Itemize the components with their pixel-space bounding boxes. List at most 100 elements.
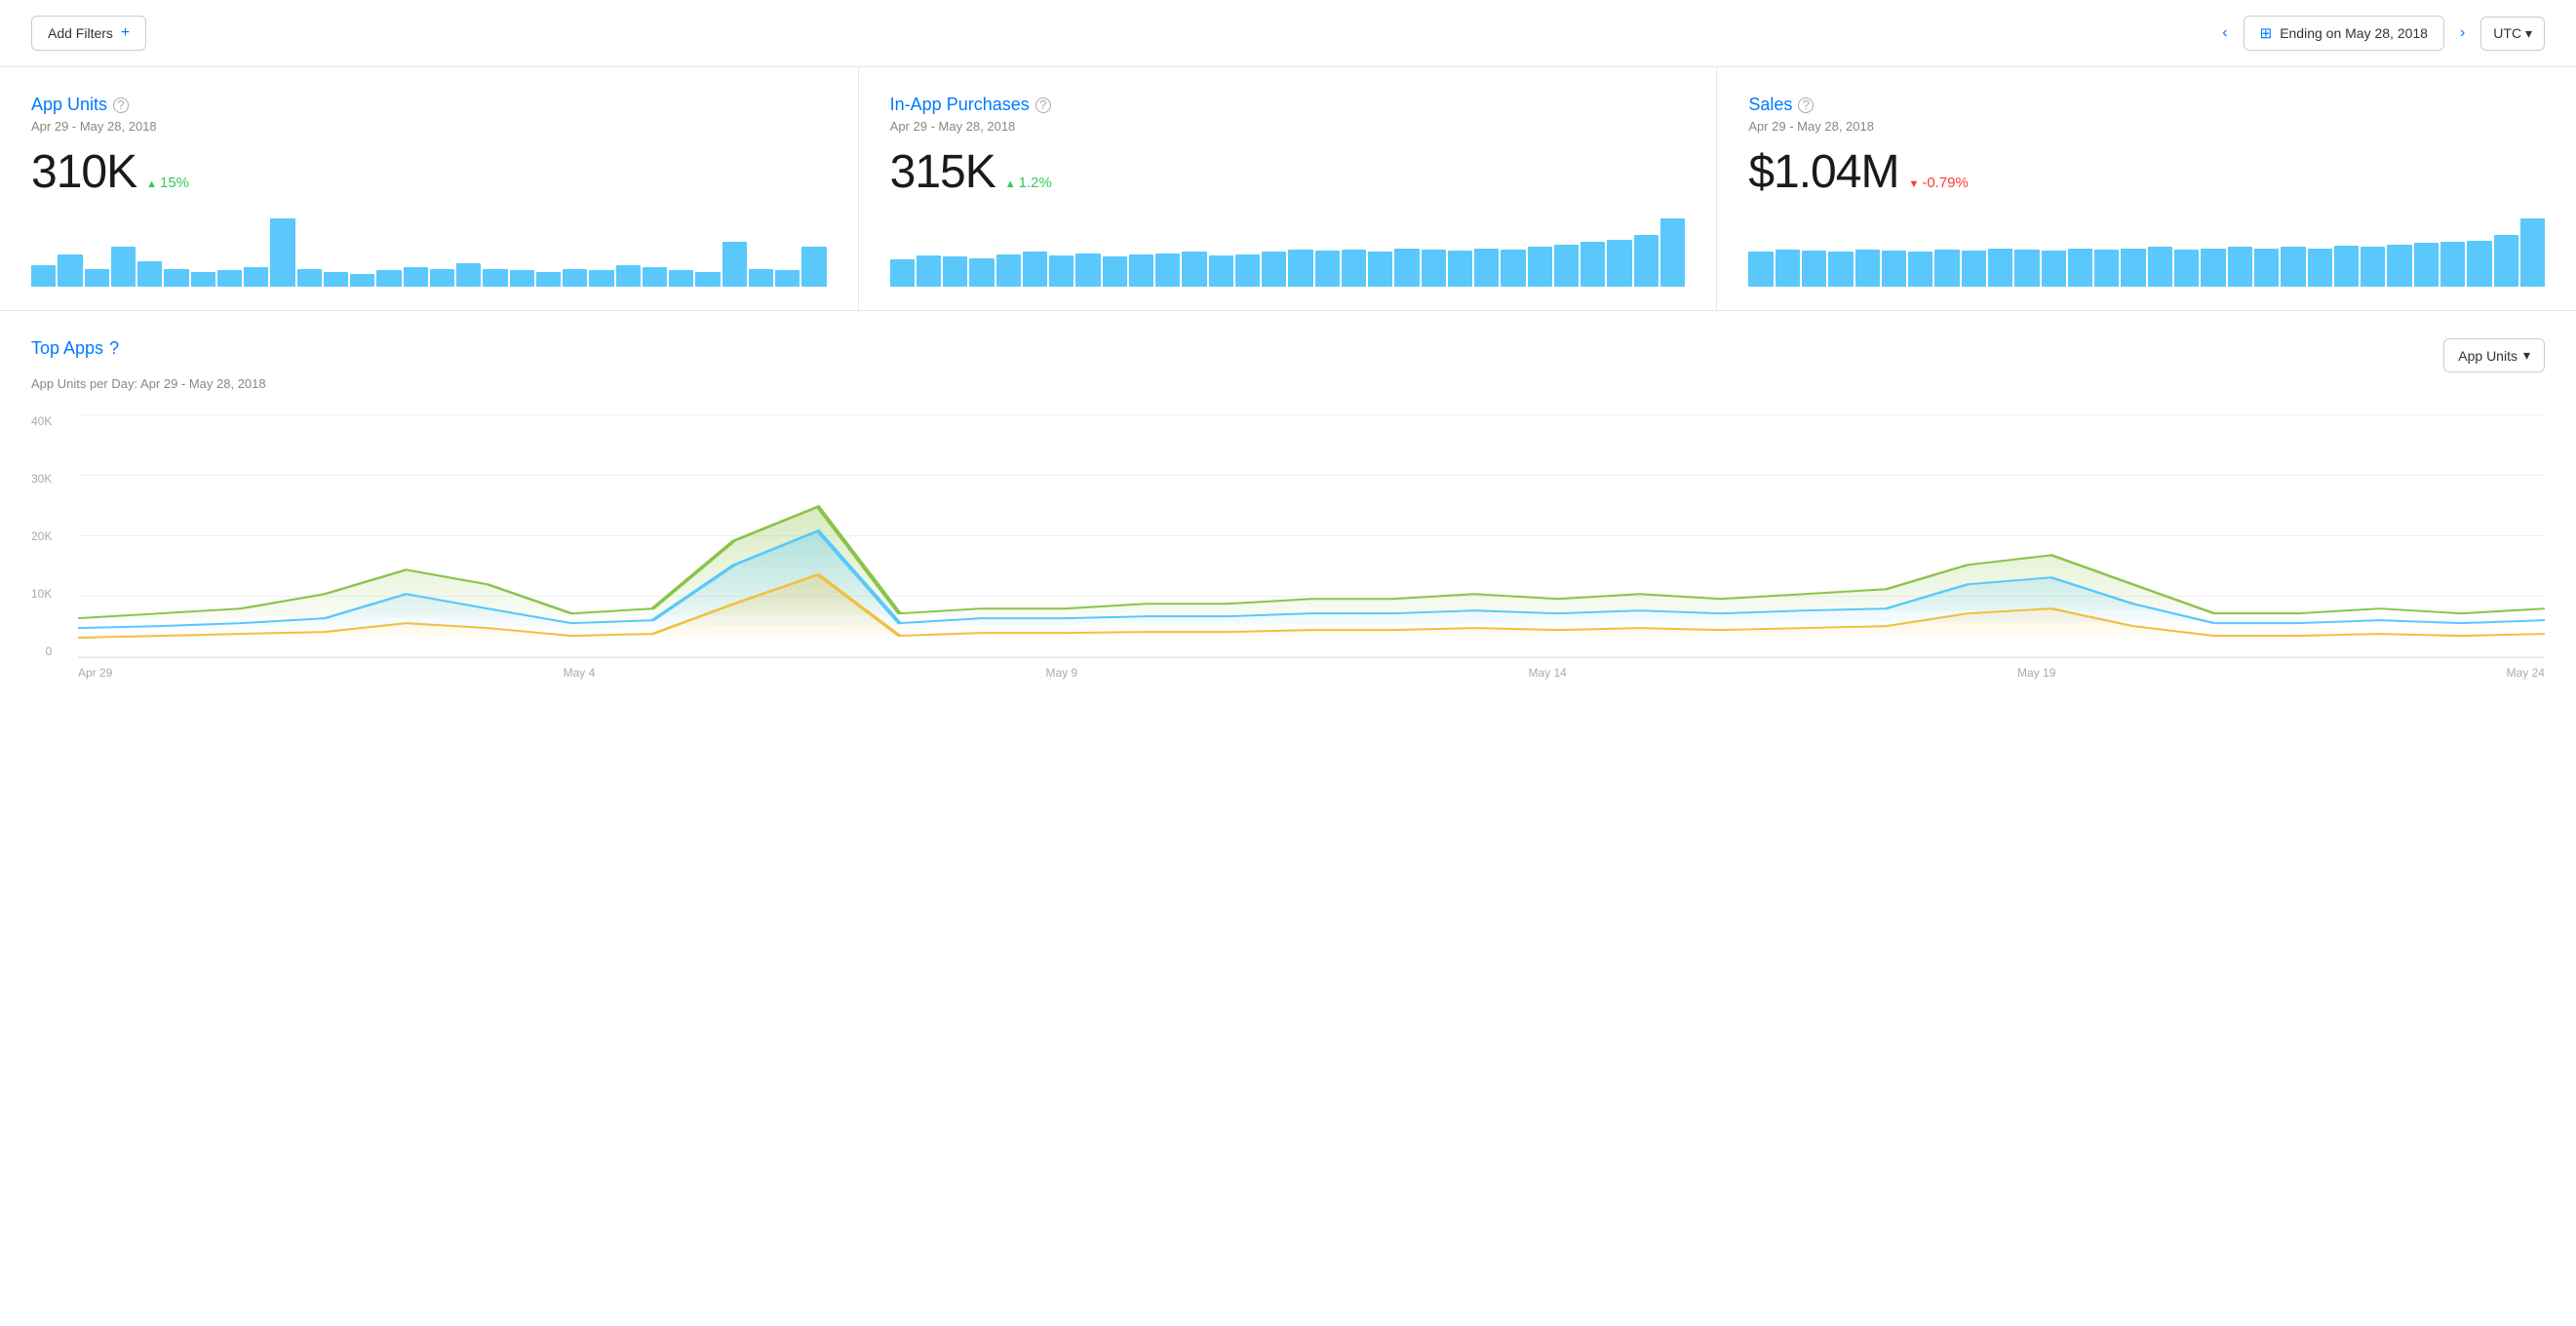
x-label-may14: May 14 <box>1528 666 1566 680</box>
bar-item <box>111 247 136 287</box>
metric-value-row-sales: $1.04M -0.79% <box>1748 145 2545 199</box>
bar-item <box>1448 251 1472 287</box>
bar-item <box>2361 247 2385 287</box>
x-label-apr29: Apr 29 <box>78 666 112 680</box>
y-label-40k: 40K <box>31 414 52 428</box>
bar-item <box>2148 247 2172 287</box>
bar-item <box>801 247 826 287</box>
change-value: 15% <box>160 175 189 191</box>
bar-item <box>749 269 773 287</box>
chart-area <box>78 414 2545 658</box>
up-arrow-icon <box>1005 175 1016 191</box>
metric-title-app-units: App Units ? <box>31 95 827 115</box>
bar-item <box>2254 249 2279 287</box>
bar-item <box>722 242 747 287</box>
date-pill[interactable]: ⊞ Ending on May 28, 2018 <box>2244 16 2444 51</box>
bar-item <box>563 269 587 287</box>
bar-item <box>510 270 534 287</box>
bar-item <box>1802 251 1826 287</box>
y-label-30k: 30K <box>31 472 52 486</box>
bar-item <box>1988 249 2012 287</box>
bar-item <box>2308 249 2332 287</box>
bar-item <box>2121 249 2145 287</box>
y-label-0: 0 <box>31 644 52 658</box>
metric-value-app-units: 310K <box>31 145 137 199</box>
bar-item <box>1934 250 1959 287</box>
bar-item <box>2414 243 2439 287</box>
metric-change-iap: 1.2% <box>1005 175 1052 191</box>
line-chart-container: 40K 30K 20K 10K 0 <box>78 414 2545 687</box>
bar-item <box>1828 252 1853 287</box>
bar-item <box>1209 255 1233 287</box>
help-icon-sales[interactable]: ? <box>1798 98 1814 113</box>
bar-item <box>1855 250 1880 287</box>
filters-section: Add Filters + <box>31 16 146 51</box>
bar-item <box>1474 249 1499 287</box>
bar-item <box>244 267 268 287</box>
top-apps-title: Top Apps ? <box>31 338 119 359</box>
metric-title-text: Sales <box>1748 95 1792 115</box>
date-label: Ending on May 28, 2018 <box>2280 25 2428 41</box>
bar-item <box>85 269 109 287</box>
bar-item <box>2068 249 2092 287</box>
bar-item <box>1748 252 1773 287</box>
bar-item <box>1581 242 1605 287</box>
timezone-selector[interactable]: UTC ▾ <box>2480 17 2545 51</box>
help-icon-app-units[interactable]: ? <box>113 98 129 113</box>
up-arrow-icon <box>146 175 157 191</box>
bar-item <box>2281 247 2305 287</box>
metric-value-row-app-units: 310K 15% <box>31 145 827 199</box>
change-value: -0.79% <box>1922 175 1969 191</box>
bar-item <box>643 267 667 287</box>
bar-item <box>775 270 800 287</box>
bar-item <box>1501 250 1525 287</box>
x-axis: Apr 29 May 4 May 9 May 14 May 19 May 24 <box>78 666 2545 680</box>
metric-title-iap: In-App Purchases ? <box>890 95 1686 115</box>
date-navigation: ‹ ⊞ Ending on May 28, 2018 › UTC ▾ <box>2214 16 2545 51</box>
y-label-20k: 20K <box>31 529 52 543</box>
bar-item <box>1908 252 1932 287</box>
x-label-may19: May 19 <box>2017 666 2055 680</box>
metric-date-iap: Apr 29 - May 28, 2018 <box>890 119 1686 134</box>
next-date-button[interactable]: › <box>2452 20 2473 46</box>
bar-item <box>589 270 613 287</box>
bar-item <box>217 270 242 287</box>
top-apps-title-text: Top Apps <box>31 338 103 359</box>
bar-item <box>324 272 348 287</box>
x-label-may24: May 24 <box>2507 666 2545 680</box>
app-units-dropdown[interactable]: App Units ▾ <box>2443 338 2545 372</box>
bar-item <box>2042 251 2066 287</box>
metric-title-text: In-App Purchases <box>890 95 1030 115</box>
bar-item <box>31 265 56 287</box>
down-arrow-icon <box>1908 175 1919 191</box>
bar-item <box>2520 218 2545 287</box>
line-chart-svg <box>78 414 2545 657</box>
bar-item <box>2494 235 2518 287</box>
help-icon-iap[interactable]: ? <box>1035 98 1051 113</box>
bar-item <box>404 267 428 287</box>
bar-item <box>2387 245 2411 287</box>
bar-item <box>1103 256 1127 287</box>
metric-card-iap: In-App Purchases ? Apr 29 - May 28, 2018… <box>859 67 1718 310</box>
bar-item <box>1882 251 1906 287</box>
bar-item <box>191 272 215 287</box>
metric-value-row-iap: 315K 1.2% <box>890 145 1686 199</box>
bar-item <box>1962 251 1986 287</box>
metric-title-text: App Units <box>31 95 107 115</box>
bar-item <box>2334 246 2359 287</box>
bar-item <box>2228 247 2252 287</box>
bar-item <box>1288 250 1312 287</box>
add-filters-button[interactable]: Add Filters + <box>31 16 146 51</box>
bar-item <box>1129 254 1153 287</box>
metric-change-app-units: 15% <box>146 175 189 191</box>
bar-item <box>1182 252 1206 287</box>
help-icon-top-apps[interactable]: ? <box>109 338 119 359</box>
bar-item <box>1023 252 1047 287</box>
bar-item <box>1262 252 1286 287</box>
dropdown-arrow-icon: ▾ <box>2523 347 2530 364</box>
bar-item <box>2201 249 2225 287</box>
bar-chart-app-units <box>31 218 827 287</box>
bar-item <box>616 265 641 287</box>
metric-value-iap: 315K <box>890 145 995 199</box>
prev-date-button[interactable]: ‹ <box>2214 20 2235 46</box>
